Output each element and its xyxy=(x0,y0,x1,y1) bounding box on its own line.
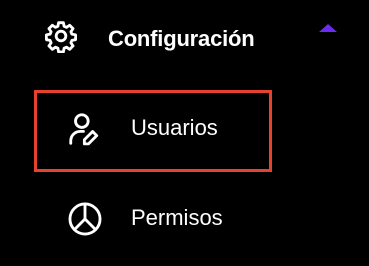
settings-menu: Configuración Usuarios Permisos xyxy=(0,0,369,266)
configuracion-section-header[interactable]: Configuración xyxy=(0,0,369,80)
pie-chart-icon xyxy=(68,202,102,236)
gear-icon xyxy=(44,21,78,53)
menu-item-label: Usuarios xyxy=(131,115,218,140)
menu-item-label: Permisos xyxy=(131,205,223,230)
section-title: Configuración xyxy=(108,26,255,51)
menu-item-usuarios[interactable]: Usuarios xyxy=(0,90,369,162)
caret-up-icon[interactable] xyxy=(317,22,339,34)
user-edit-icon xyxy=(69,113,99,146)
menu-item-permisos[interactable]: Permisos xyxy=(0,184,369,256)
